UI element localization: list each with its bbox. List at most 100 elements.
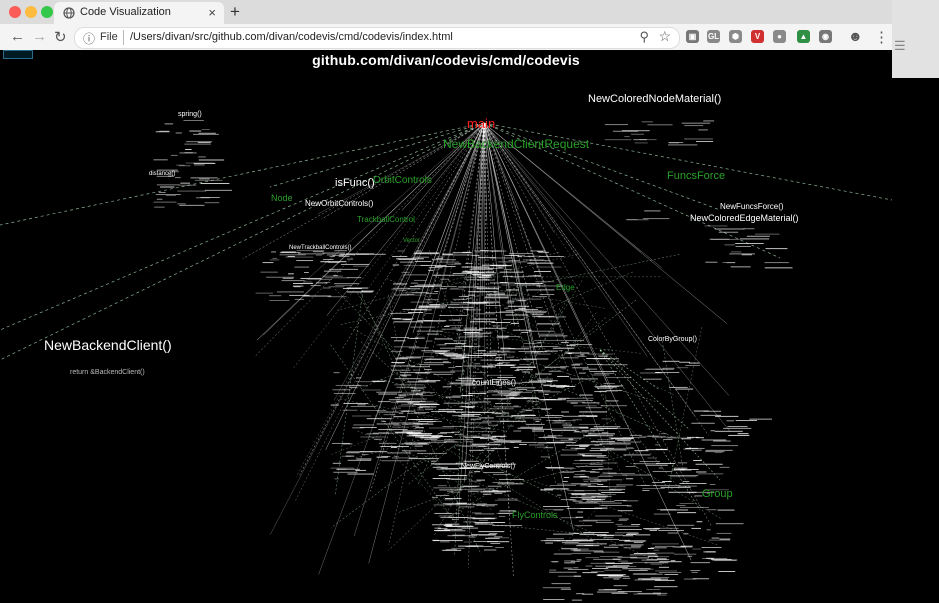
graph-node-label[interactable]: NewBackendClient() <box>44 337 172 353</box>
graph-node-label[interactable]: Node <box>271 193 293 203</box>
graph-node-label[interactable]: OrbitControls <box>373 175 432 186</box>
zoom-icon[interactable]: ⚲ <box>639 29 649 45</box>
visualization-canvas[interactable] <box>0 50 892 603</box>
code-line <box>478 535 496 536</box>
extension-icon[interactable]: ● <box>773 30 786 43</box>
graph-node-label[interactable]: NewFlyControls() <box>461 463 515 470</box>
graph-edge <box>374 348 382 359</box>
code-line <box>544 393 549 395</box>
graph-node-label[interactable]: Vector <box>403 238 420 244</box>
tab-code-visualization[interactable]: Code Visualization × <box>54 2 224 24</box>
code-line <box>198 156 206 158</box>
extension-icon[interactable]: V <box>751 30 764 43</box>
code-line <box>580 354 585 356</box>
graph-node-label[interactable]: NewFuncsForce() <box>720 202 784 211</box>
back-button[interactable]: ← <box>10 28 25 45</box>
code-line <box>427 400 434 402</box>
bookmark-star-icon[interactable]: ☆ <box>658 28 671 45</box>
graph-node-label[interactable]: return &BackendClient() <box>70 369 145 376</box>
graph-node-label[interactable]: NewTrackballControls() <box>289 245 351 251</box>
code-line <box>633 542 644 543</box>
extension-icon[interactable]: ⬢ <box>729 30 742 43</box>
graph-node-label[interactable]: countLines() <box>472 378 516 387</box>
code-line <box>260 271 278 273</box>
code-line <box>443 524 453 526</box>
code-line <box>438 410 456 412</box>
site-info-icon[interactable]: ⓘ <box>83 30 95 47</box>
code-line <box>532 296 548 297</box>
code-line <box>454 434 463 436</box>
code-line <box>426 293 438 295</box>
code-line <box>303 295 332 297</box>
code-line <box>398 259 417 261</box>
minimize-window-icon[interactable] <box>25 6 37 18</box>
graph-node-label[interactable]: ColorByGroup() <box>648 336 697 343</box>
graph-node-label[interactable]: FlyControls <box>512 510 558 520</box>
graph-node-label[interactable]: distance() <box>149 171 175 177</box>
profile-avatar-icon[interactable]: ☻ <box>848 28 863 44</box>
graph-edge <box>0 122 485 226</box>
code-line <box>561 471 575 473</box>
code-line <box>198 159 225 161</box>
browser-menu-icon[interactable]: ⋮ <box>874 28 889 46</box>
graph-node-label[interactable]: NewBackendClientRequest <box>443 137 589 151</box>
extension-icon[interactable]: ▲ <box>797 30 810 43</box>
code-line <box>591 571 605 573</box>
code-line <box>549 386 576 387</box>
code-graph-scene[interactable] <box>0 50 892 603</box>
code-line <box>604 562 615 564</box>
extension-icon[interactable]: ◉ <box>819 30 832 43</box>
code-line <box>497 336 509 338</box>
code-line <box>506 302 514 304</box>
address-bar[interactable]: ⓘ File /Users/divan/src/github.com/divan… <box>74 27 680 49</box>
forward-button[interactable]: → <box>32 28 47 45</box>
new-tab-button[interactable]: + <box>230 2 240 22</box>
code-line <box>512 329 532 331</box>
code-line <box>603 383 615 384</box>
extension-icon[interactable]: ▣ <box>686 30 699 43</box>
code-line <box>518 307 526 309</box>
graph-node-label[interactable]: Edge <box>556 283 575 292</box>
code-line <box>668 144 698 146</box>
code-line <box>656 508 677 510</box>
graph-node-label[interactable]: NewOrbitControls() <box>305 199 373 208</box>
maximize-window-icon[interactable] <box>41 6 53 18</box>
code-line <box>328 268 359 270</box>
graph-node-label[interactable]: isFunc() <box>335 177 375 189</box>
code-line <box>413 253 439 255</box>
code-line <box>463 327 478 329</box>
code-line <box>433 487 463 489</box>
code-line <box>262 262 274 264</box>
graph-node-label[interactable]: FuncsForce <box>667 170 725 182</box>
graph-node-label[interactable]: NewColoredNodeMaterial() <box>588 93 721 105</box>
code-line <box>418 305 448 307</box>
code-line <box>472 512 482 514</box>
graph-node-label[interactable]: main <box>467 116 495 131</box>
code-line <box>269 295 282 297</box>
code-line <box>653 513 671 515</box>
reload-button[interactable]: ↻ <box>54 28 67 46</box>
code-line <box>653 549 660 551</box>
url-text[interactable]: /Users/divan/src/github.com/divan/codevi… <box>130 31 453 43</box>
code-line <box>646 589 661 591</box>
graph-node-label[interactable]: Group <box>702 488 733 500</box>
graph-node-label[interactable]: spring() <box>178 111 202 118</box>
code-line <box>175 177 181 179</box>
graph-node-label[interactable]: NewColoredEdgeMaterial() <box>690 213 799 223</box>
close-tab-icon[interactable]: × <box>208 5 216 20</box>
graph-edge <box>604 378 611 503</box>
code-line <box>594 386 619 387</box>
code-line <box>693 459 702 461</box>
extension-icon[interactable]: GL <box>707 30 720 43</box>
code-line <box>394 346 420 348</box>
code-line <box>658 571 682 573</box>
close-window-icon[interactable] <box>9 6 21 18</box>
code-line <box>625 534 637 535</box>
code-line <box>605 377 632 378</box>
code-line <box>509 388 516 390</box>
code-line <box>468 291 498 293</box>
graph-node-label[interactable]: TrackballControl <box>357 215 415 224</box>
code-line <box>410 337 418 339</box>
code-line <box>655 448 668 450</box>
panel-menu-icon[interactable]: ☰ <box>894 38 906 54</box>
